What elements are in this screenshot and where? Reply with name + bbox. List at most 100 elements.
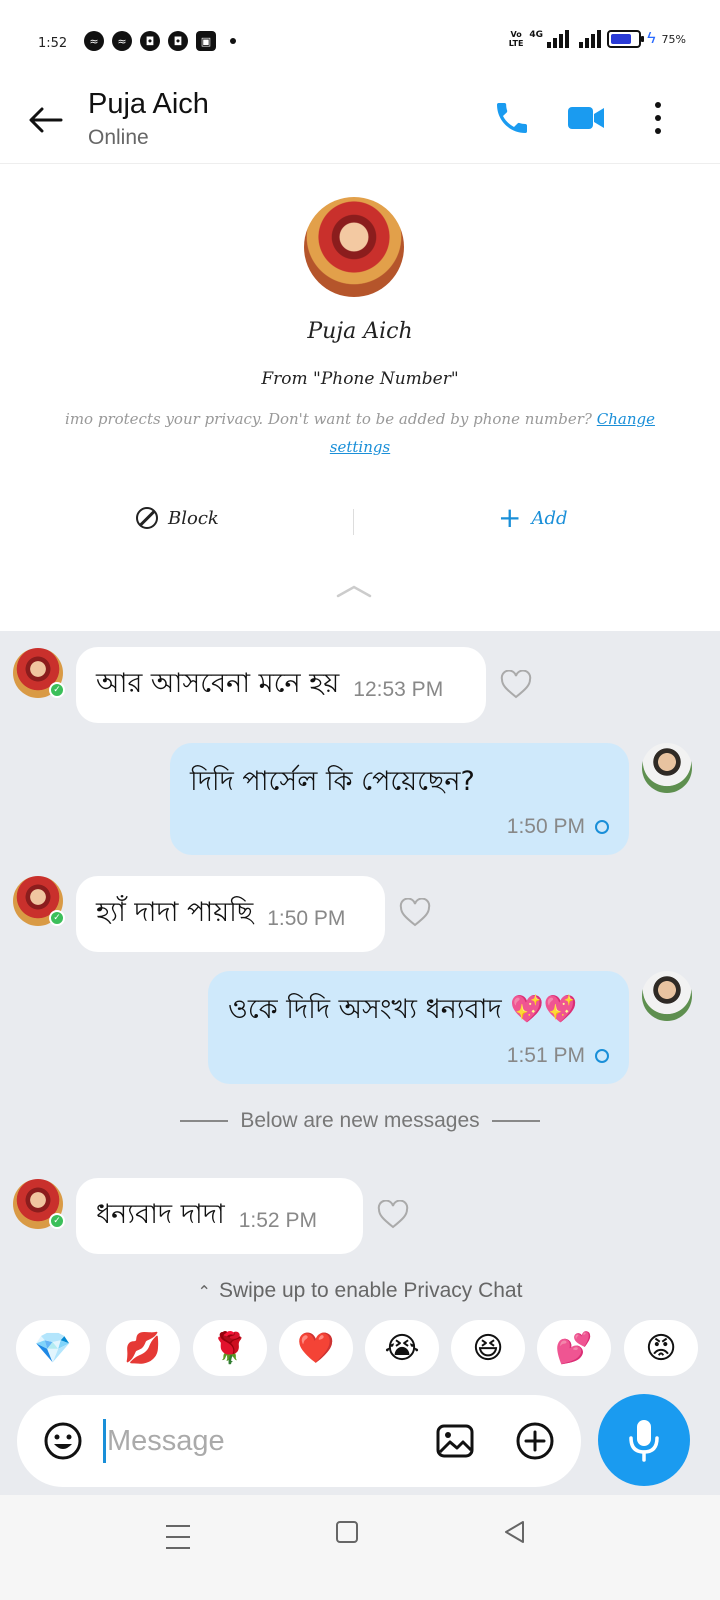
- chevron-up-icon[interactable]: [336, 583, 372, 599]
- network-label: 4G: [529, 30, 544, 40]
- text-cursor: [103, 1419, 106, 1463]
- privacy-notice: imo protects your privacy. Don't want to…: [36, 405, 684, 461]
- message-text: ধন্যবাদ দাদা: [96, 1198, 225, 1230]
- message-time: 12:53 PM: [353, 678, 444, 701]
- menu-line: [166, 1536, 190, 1538]
- profile-name: Puja Aich: [307, 319, 413, 344]
- online-check-icon: ✓: [49, 910, 65, 926]
- contact-avatar[interactable]: ✓: [13, 1179, 65, 1229]
- more-options-button[interactable]: [648, 98, 668, 138]
- message-composer: [17, 1395, 581, 1487]
- voice-message-button[interactable]: [598, 1394, 690, 1486]
- sent-status-icon: [595, 1049, 609, 1063]
- menu-line: [166, 1547, 190, 1549]
- plus-icon: +: [498, 501, 522, 534]
- separator-line: [491, 1120, 540, 1122]
- profile-source: From "Phone Number": [261, 369, 459, 389]
- status-bar: 1:52 ≈ ≈ ◘ ◘ ▣ Vo LTE 4G ϟ 75%: [0, 0, 720, 84]
- message-time: 1:50 PM: [506, 815, 585, 838]
- quick-reaction-laughing[interactable]: 😆: [451, 1320, 525, 1376]
- message-input[interactable]: [107, 1417, 407, 1465]
- profile-avatar[interactable]: [304, 197, 404, 297]
- divider: [353, 509, 354, 535]
- dot: [655, 102, 661, 108]
- new-messages-separator: Below are new messages: [0, 1109, 720, 1133]
- heart-icon[interactable]: [399, 898, 431, 928]
- swipe-up-icon: ⌃: [197, 1284, 211, 1301]
- my-avatar[interactable]: [642, 743, 692, 793]
- message-meta: 1:51 PM: [507, 1044, 609, 1068]
- dot: [655, 128, 661, 134]
- message-time: 1:51 PM: [506, 1044, 585, 1067]
- quick-reaction-two-hearts[interactable]: 💕: [537, 1320, 611, 1376]
- contact-avatar[interactable]: ✓: [13, 876, 65, 926]
- volte-icon: Vo LTE: [508, 30, 524, 48]
- incoming-message[interactable]: হ্যাঁ দাদা পায়ছি 1:50 PM: [76, 876, 385, 952]
- battery-icon: [607, 30, 645, 48]
- status-time: 1:52: [38, 36, 68, 51]
- voice-call-button[interactable]: [492, 98, 532, 138]
- message-text: হ্যাঁ দাদা পায়ছি: [96, 896, 254, 928]
- chat-area[interactable]: ✓ আর আসবেনা মনে হয় 12:53 PM দিদি পার্সে…: [0, 631, 720, 1495]
- message-time: 1:52 PM: [238, 1209, 317, 1232]
- emoji-icon[interactable]: [43, 1421, 83, 1461]
- app-icon: ◘: [168, 31, 188, 51]
- video-call-button[interactable]: [566, 100, 606, 136]
- messenger-icon: ≈: [112, 31, 132, 51]
- separator-line: [180, 1120, 229, 1122]
- contact-status: Online: [88, 126, 149, 149]
- quick-reaction-diamond[interactable]: 💎: [16, 1320, 90, 1376]
- contact-avatar[interactable]: ✓: [13, 648, 65, 698]
- add-label: Add: [531, 507, 568, 529]
- incoming-message[interactable]: ধন্যবাদ দাদা 1:52 PM: [76, 1178, 363, 1254]
- quick-reaction-kiss[interactable]: 💋: [106, 1320, 180, 1376]
- message-text: ওকে দিদি অসংখ্য ধন্যবাদ 💖💖: [228, 994, 578, 1025]
- privacy-chat-hint[interactable]: ⌃ Swipe up to enable Privacy Chat: [0, 1279, 720, 1303]
- privacy-chat-hint-text: Swipe up to enable Privacy Chat: [218, 1279, 523, 1302]
- quick-reaction-crying[interactable]: 😭: [365, 1320, 439, 1376]
- chat-header: Puja Aich Online: [0, 84, 720, 164]
- dot: [655, 115, 661, 121]
- signal-icon: [579, 30, 602, 48]
- system-navigation-bar: [0, 1495, 720, 1600]
- arrow-left-icon: [29, 107, 63, 133]
- recent-apps-button[interactable]: [166, 1525, 190, 1549]
- notification-icons: ≈ ≈ ◘ ◘ ▣: [84, 31, 236, 51]
- battery-percent: 75%: [661, 32, 686, 46]
- home-button[interactable]: [336, 1521, 358, 1543]
- add-contact-button[interactable]: + Add: [498, 501, 568, 534]
- status-right: Vo LTE 4G ϟ 75%: [509, 30, 686, 48]
- my-avatar[interactable]: [642, 971, 692, 1021]
- privacy-notice-text: imo protects your privacy. Don't want to…: [65, 410, 597, 428]
- quick-reaction-angry[interactable]: 😡: [624, 1320, 698, 1376]
- image-icon[interactable]: [435, 1421, 475, 1461]
- sent-status-icon: [595, 820, 609, 834]
- quick-reaction-heart[interactable]: ❤️: [279, 1320, 353, 1376]
- incoming-message[interactable]: আর আসবেনা মনে হয় 12:53 PM: [76, 647, 486, 723]
- message-text: আর আসবেনা মনে হয়: [96, 667, 340, 699]
- app-icon: ◘: [140, 31, 160, 51]
- online-check-icon: ✓: [49, 1213, 65, 1229]
- quick-reaction-rose[interactable]: 🌹: [193, 1320, 267, 1376]
- contact-profile-card: Puja Aich From "Phone Number" imo protec…: [0, 165, 720, 631]
- separator-text: Below are new messages: [240, 1109, 480, 1132]
- heart-icon[interactable]: [500, 670, 532, 700]
- back-button[interactable]: [24, 98, 68, 142]
- message-time: 1:50 PM: [267, 907, 346, 930]
- signal-icon: [547, 30, 570, 48]
- outgoing-message[interactable]: ওকে দিদি অসংখ্য ধন্যবাদ 💖💖 1:51 PM: [208, 971, 629, 1084]
- block-button[interactable]: Block: [136, 507, 219, 529]
- microphone-icon: [629, 1420, 659, 1462]
- back-triangle-icon[interactable]: [502, 1519, 526, 1545]
- charging-icon: ϟ: [647, 30, 656, 47]
- quick-reactions-bar: 💎 💋 🌹 ❤️ 😭 😆 💕 😡: [16, 1320, 720, 1376]
- outgoing-message[interactable]: দিদি পার্সেল কি পেয়েছেন? 1:50 PM: [170, 743, 629, 855]
- block-icon: [136, 507, 158, 529]
- contact-name[interactable]: Puja Aich: [88, 88, 209, 121]
- more-notifications-dot: [230, 38, 236, 44]
- battery-level: [611, 34, 631, 44]
- plus-circle-icon[interactable]: [515, 1421, 555, 1461]
- heart-icon[interactable]: [377, 1200, 409, 1230]
- message-text: দিদি পার্সেল কি পেয়েছেন?: [190, 766, 475, 797]
- video-camera-icon: [568, 107, 604, 129]
